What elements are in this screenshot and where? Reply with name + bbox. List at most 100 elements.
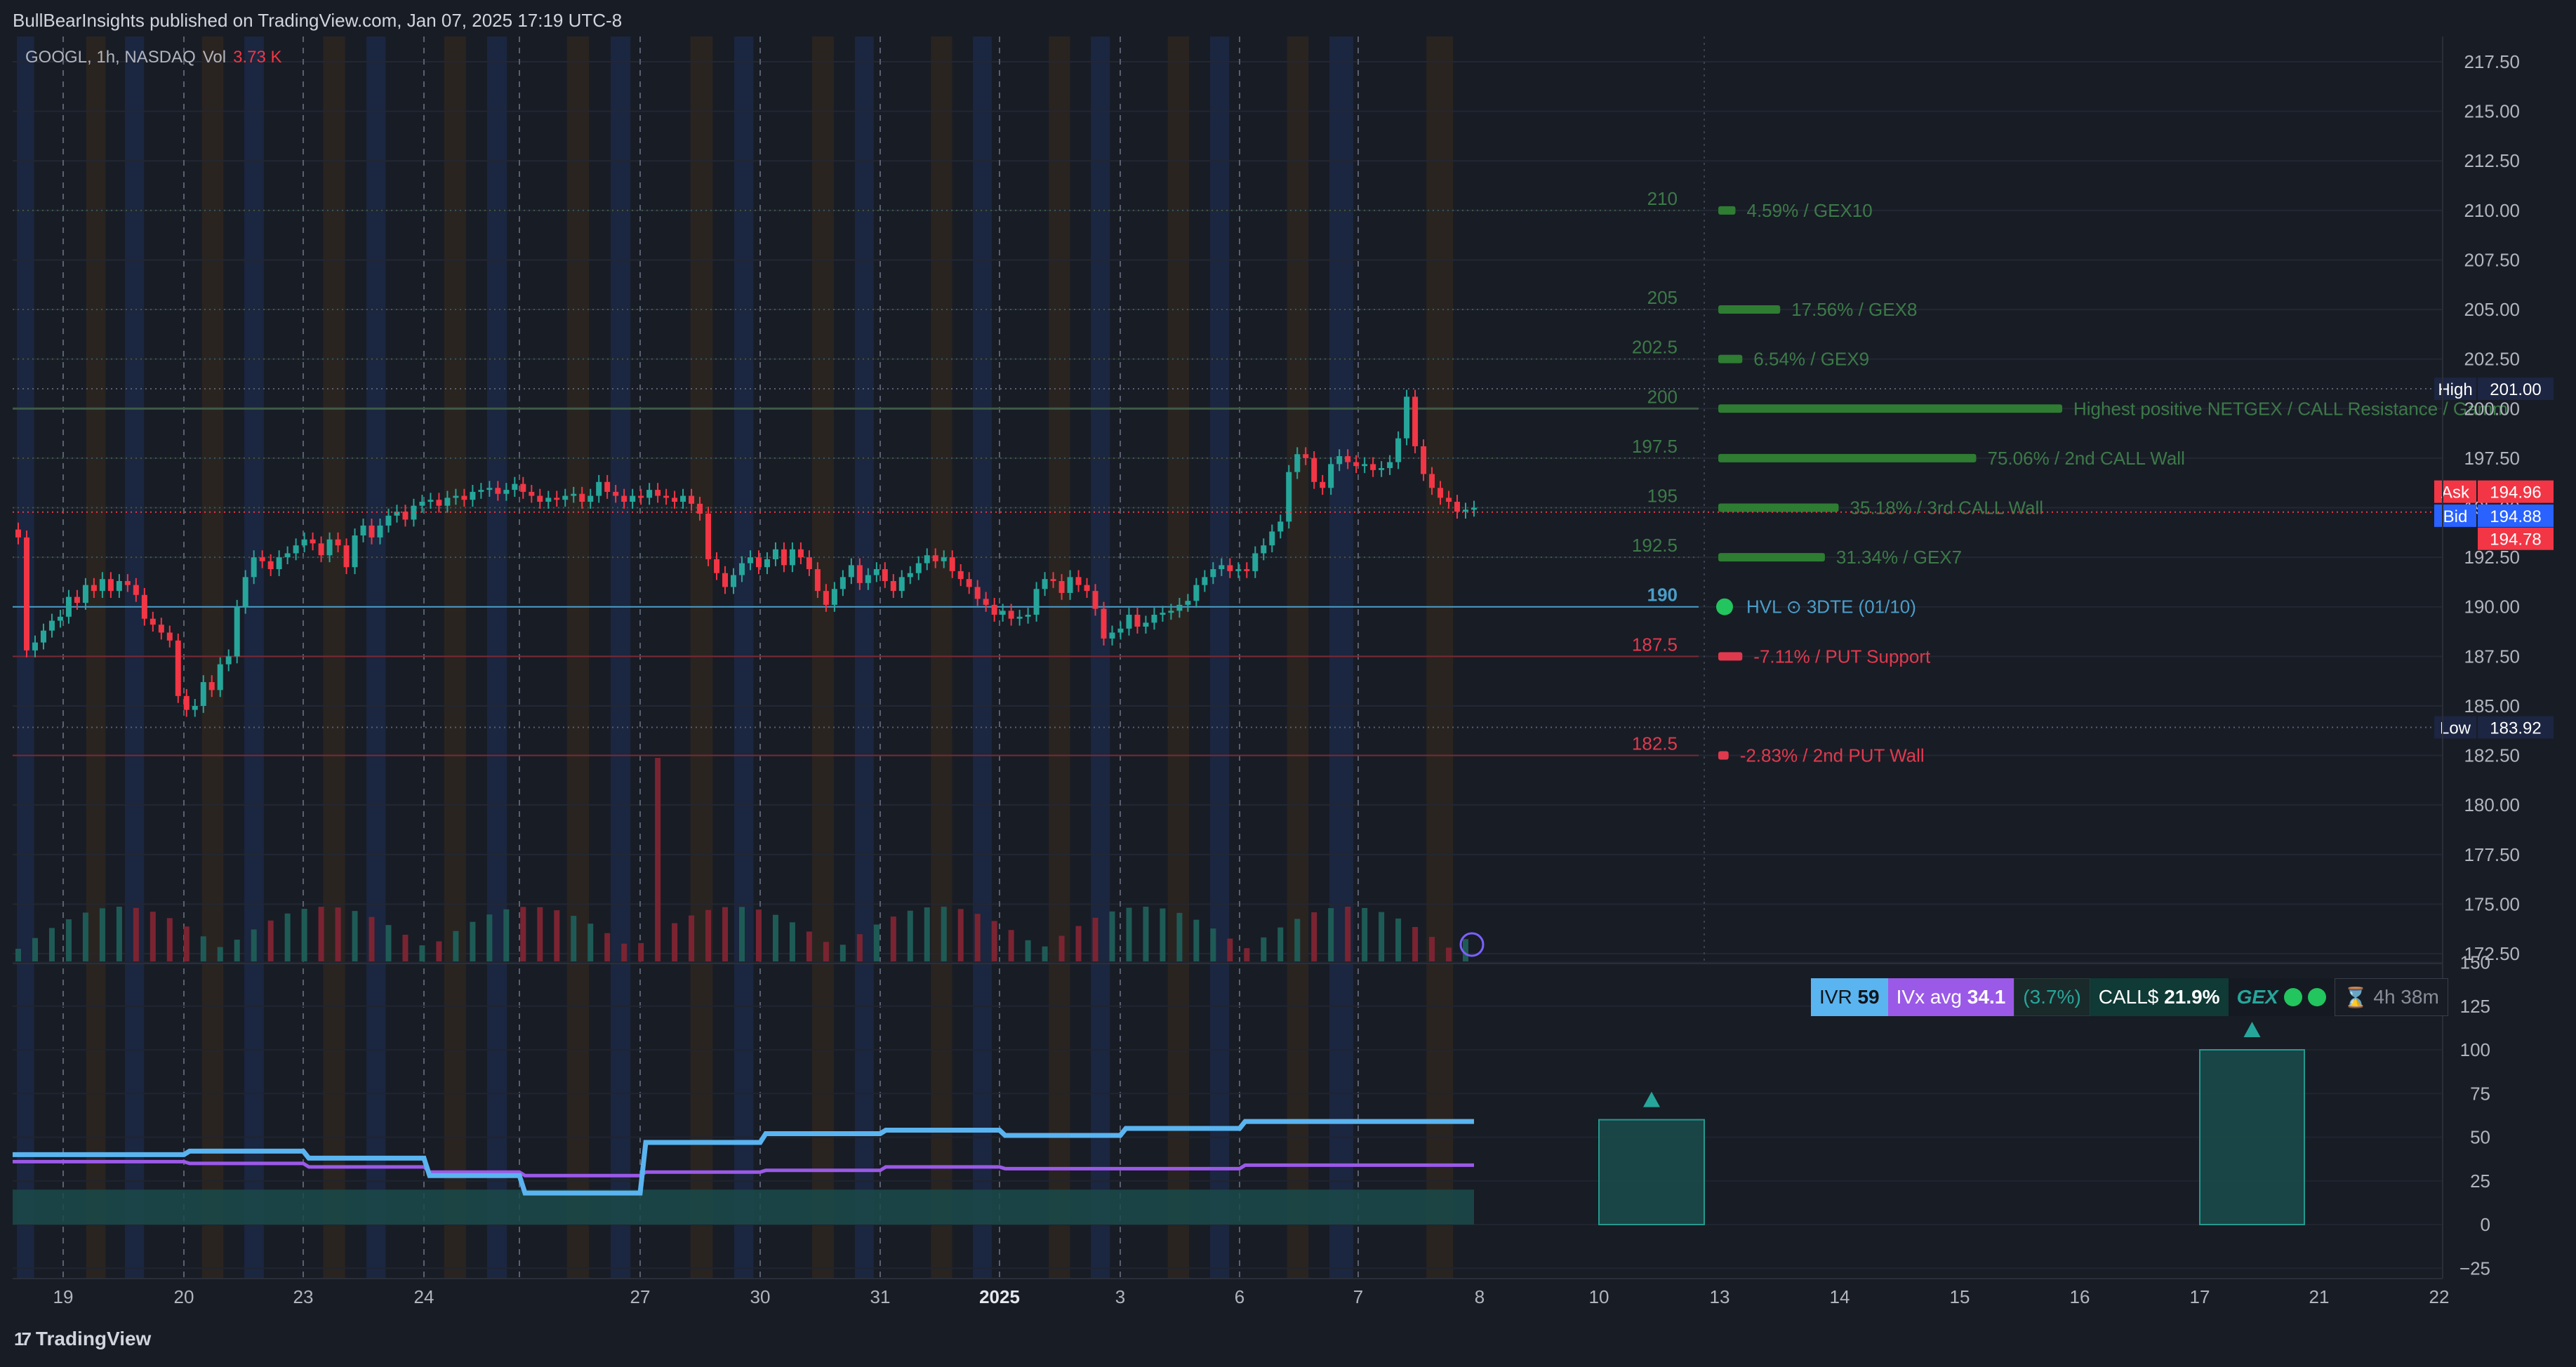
- candle-body: [957, 571, 964, 580]
- volume-bar: [1126, 907, 1132, 961]
- candle-body: [1151, 615, 1157, 623]
- volume-bar: [873, 924, 879, 961]
- candle-body: [503, 490, 510, 494]
- candle-body: [831, 589, 837, 605]
- volume-bar: [1109, 911, 1115, 961]
- gex-strength-bar: [1718, 354, 1743, 364]
- volume-bar: [217, 947, 223, 961]
- candle-body: [1353, 462, 1360, 467]
- candle-body: [1193, 585, 1200, 601]
- candle-body: [470, 491, 476, 500]
- candle-body: [604, 481, 611, 492]
- price-badge-label: Ask: [2441, 484, 2470, 502]
- volume-bar: [1395, 918, 1402, 961]
- volume-bar: [1379, 912, 1385, 961]
- candle-body: [722, 573, 729, 587]
- candle-body: [941, 557, 947, 561]
- candle-body: [512, 484, 518, 491]
- volume-bar: [234, 940, 240, 961]
- time-tick-label: 21: [2309, 1286, 2330, 1307]
- time-tick-label: 16: [2070, 1286, 2090, 1307]
- candle-body: [1058, 581, 1065, 593]
- gex-level-label: -7.11% / PUT Support: [1753, 646, 1931, 667]
- candle-body: [1429, 474, 1435, 488]
- volume-bar: [32, 938, 38, 961]
- candle-body: [1176, 604, 1183, 611]
- premarket-shade: [1091, 36, 1110, 1279]
- price-tick-label: 190.00: [2464, 596, 2520, 618]
- volume-bar: [385, 925, 392, 961]
- gex-forecast-box: [1598, 1119, 1705, 1225]
- candle-body: [764, 559, 770, 568]
- gex-strength-bar: [1718, 652, 1743, 661]
- time-tick-label: 14: [1830, 1286, 1850, 1307]
- candle-body: [192, 705, 198, 710]
- lower-tick-label: 50: [2470, 1127, 2490, 1148]
- premarket-shade: [17, 36, 34, 1279]
- candle-body: [1412, 396, 1419, 446]
- price-tick-label: 212.50: [2464, 150, 2520, 171]
- volume-bar: [200, 936, 206, 961]
- premarket-shade: [1329, 36, 1353, 1279]
- volume-bar: [1362, 907, 1368, 961]
- volume-bar: [739, 907, 745, 961]
- candle-body: [1404, 396, 1410, 439]
- candle-body: [571, 493, 577, 496]
- candle-body: [402, 512, 409, 520]
- gex-status-dot-icon: [2283, 988, 2302, 1006]
- candle-body: [419, 502, 425, 506]
- postmarket-shade: [811, 36, 834, 1279]
- price-badge-value: 194.96: [2490, 484, 2541, 502]
- premarket-shade: [973, 36, 992, 1279]
- candle-body: [124, 581, 131, 585]
- price-tick-label: 210.00: [2464, 200, 2520, 221]
- gex-level-label: 75.06% / 2nd CALL Wall: [1988, 448, 2185, 469]
- candle-body: [57, 616, 63, 621]
- gex-strike-label: 192.5: [1632, 535, 1678, 556]
- volume-bar: [453, 931, 459, 961]
- candle-body: [865, 575, 871, 583]
- candle-body: [1126, 615, 1132, 629]
- candle-body: [82, 585, 88, 604]
- candle-body: [1387, 462, 1393, 469]
- candle-body: [537, 495, 543, 502]
- candle-body: [478, 490, 484, 492]
- candle-body: [1244, 569, 1250, 571]
- volume-bar: [133, 907, 139, 961]
- candle-body: [545, 498, 552, 502]
- candle-body: [806, 557, 812, 570]
- candle-body: [579, 493, 585, 502]
- candle-body: [1328, 464, 1334, 488]
- candle-body: [133, 585, 139, 595]
- candle-body: [714, 559, 720, 573]
- volume-bar: [352, 911, 358, 961]
- volume-bar: [486, 914, 493, 961]
- candle-body: [32, 642, 38, 651]
- candle-body: [797, 549, 804, 558]
- premarket-shade: [244, 36, 264, 1279]
- candle-body: [234, 606, 240, 657]
- hvl-status-icon: [1716, 598, 1733, 615]
- volume-bar: [1210, 928, 1216, 961]
- volume-bar: [705, 909, 712, 961]
- candle-body: [1454, 502, 1461, 512]
- candle-body: [907, 573, 913, 578]
- candle-body: [755, 557, 762, 568]
- chart-canvas[interactable]: 2104.59% / GEX1020517.56% / GEX8202.56.5…: [0, 0, 2576, 1367]
- price-tick-label: 187.50: [2464, 646, 2520, 667]
- candle-body: [1303, 454, 1309, 458]
- volume-bar: [1008, 930, 1014, 961]
- price-tick-label: 180.00: [2464, 794, 2520, 815]
- volume-bar: [1160, 908, 1166, 961]
- gex-strength-bar: [1718, 553, 1825, 562]
- candle-body: [966, 579, 972, 587]
- price-badge-label: Bid: [2443, 507, 2468, 526]
- volume-bar: [301, 909, 307, 961]
- candle-body: [1336, 456, 1343, 465]
- gex-strike-label: 197.5: [1632, 436, 1678, 457]
- calls-badge: CALL$ 21.9%: [2090, 978, 2229, 1016]
- candle-body: [596, 481, 602, 496]
- volume-bar: [402, 935, 409, 961]
- volume-bar: [436, 941, 442, 961]
- tradingview-logo[interactable]: 17 TradingView: [14, 1328, 151, 1350]
